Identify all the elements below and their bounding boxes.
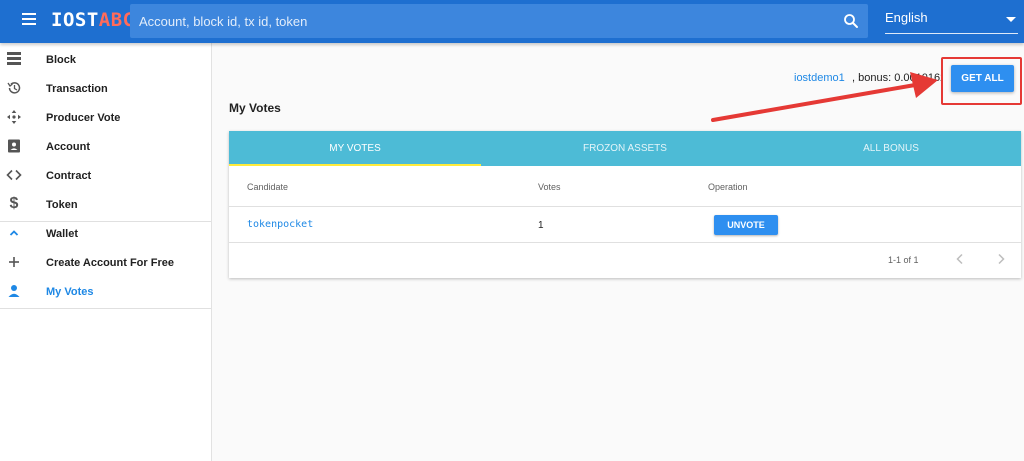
votes-cell: 1 xyxy=(538,220,544,231)
column-header-votes: Votes xyxy=(538,182,561,192)
get-all-button[interactable]: GET ALL xyxy=(951,65,1014,92)
chevron-up-icon xyxy=(9,230,19,236)
search-bar xyxy=(130,4,868,38)
sidebar-item-label: Contract xyxy=(46,170,92,182)
language-select[interactable]: English xyxy=(885,4,1018,34)
sidebar-item-token[interactable]: $ Token xyxy=(0,191,211,220)
history-icon xyxy=(7,82,21,94)
sidebar-item-label: Token xyxy=(46,199,78,211)
tab-my-votes[interactable]: MY VOTES xyxy=(229,131,481,166)
sidebar-item-producer-vote[interactable]: Producer Vote xyxy=(0,104,211,133)
search-input[interactable] xyxy=(130,4,830,38)
sidebar-item-block[interactable]: Block xyxy=(0,46,211,75)
unvote-button[interactable]: UNVOTE xyxy=(714,215,778,235)
active-tab-indicator xyxy=(229,164,481,166)
sidebar-item-label: Create Account For Free xyxy=(46,257,174,269)
plus-icon xyxy=(9,257,19,267)
sidebar-item-label: Account xyxy=(46,141,90,153)
candidate-link[interactable]: tokenpocket xyxy=(247,219,313,230)
chevron-left-icon[interactable] xyxy=(952,251,968,267)
tab-bar: MY VOTES FROZON ASSETS ALL BONUS xyxy=(229,131,1021,166)
menu-icon[interactable] xyxy=(18,13,40,31)
dollar-icon: $ xyxy=(9,195,19,212)
sidebar: Block Transaction Producer Vote Account … xyxy=(0,43,212,461)
sidebar-item-label: Transaction xyxy=(46,83,108,95)
logo-text-iost: IOST xyxy=(51,9,99,31)
table-header-divider xyxy=(229,206,1021,207)
language-select-value: English xyxy=(885,10,928,25)
page-title: My Votes xyxy=(229,101,281,115)
sidebar-item-create-account[interactable]: Create Account For Free xyxy=(0,249,211,278)
app-logo[interactable]: IOSTABC xyxy=(51,9,135,31)
column-header-operation: Operation xyxy=(708,182,748,192)
tab-frozon-assets[interactable]: FROZON ASSETS xyxy=(499,131,751,166)
tab-all-bonus[interactable]: ALL BONUS xyxy=(765,131,1017,166)
move-arrows-icon xyxy=(7,110,21,124)
account-card-icon xyxy=(8,139,20,153)
table-row-divider xyxy=(229,242,1021,243)
person-icon xyxy=(8,285,20,297)
votes-card: MY VOTES FROZON ASSETS ALL BONUS Candida… xyxy=(229,131,1021,278)
sidebar-item-my-votes[interactable]: My Votes xyxy=(0,278,211,307)
sidebar-item-transaction[interactable]: Transaction xyxy=(0,75,211,104)
bonus-text: , bonus: 0.00101627 xyxy=(852,72,942,84)
sidebar-item-account[interactable]: Account xyxy=(0,133,211,162)
sidebar-item-label: Wallet xyxy=(46,228,78,240)
block-list-icon xyxy=(7,52,21,65)
sidebar-item-contract[interactable]: Contract xyxy=(0,162,211,191)
chevron-right-icon[interactable] xyxy=(993,251,1009,267)
sidebar-item-label: Producer Vote xyxy=(46,112,121,124)
sidebar-item-label: Block xyxy=(46,54,76,66)
sidebar-divider xyxy=(0,308,211,309)
sidebar-item-wallet[interactable]: Wallet xyxy=(0,220,211,249)
column-header-candidate: Candidate xyxy=(247,182,289,192)
pagination-range: 1-1 of 1 xyxy=(888,255,919,265)
top-app-bar: IOSTABC English xyxy=(0,0,1024,43)
code-brackets-icon xyxy=(6,169,22,181)
account-name-link[interactable]: iostdemo1 xyxy=(794,72,845,84)
caret-down-icon xyxy=(1006,17,1016,22)
search-icon[interactable] xyxy=(842,12,860,30)
sidebar-item-label: My Votes xyxy=(46,286,94,298)
